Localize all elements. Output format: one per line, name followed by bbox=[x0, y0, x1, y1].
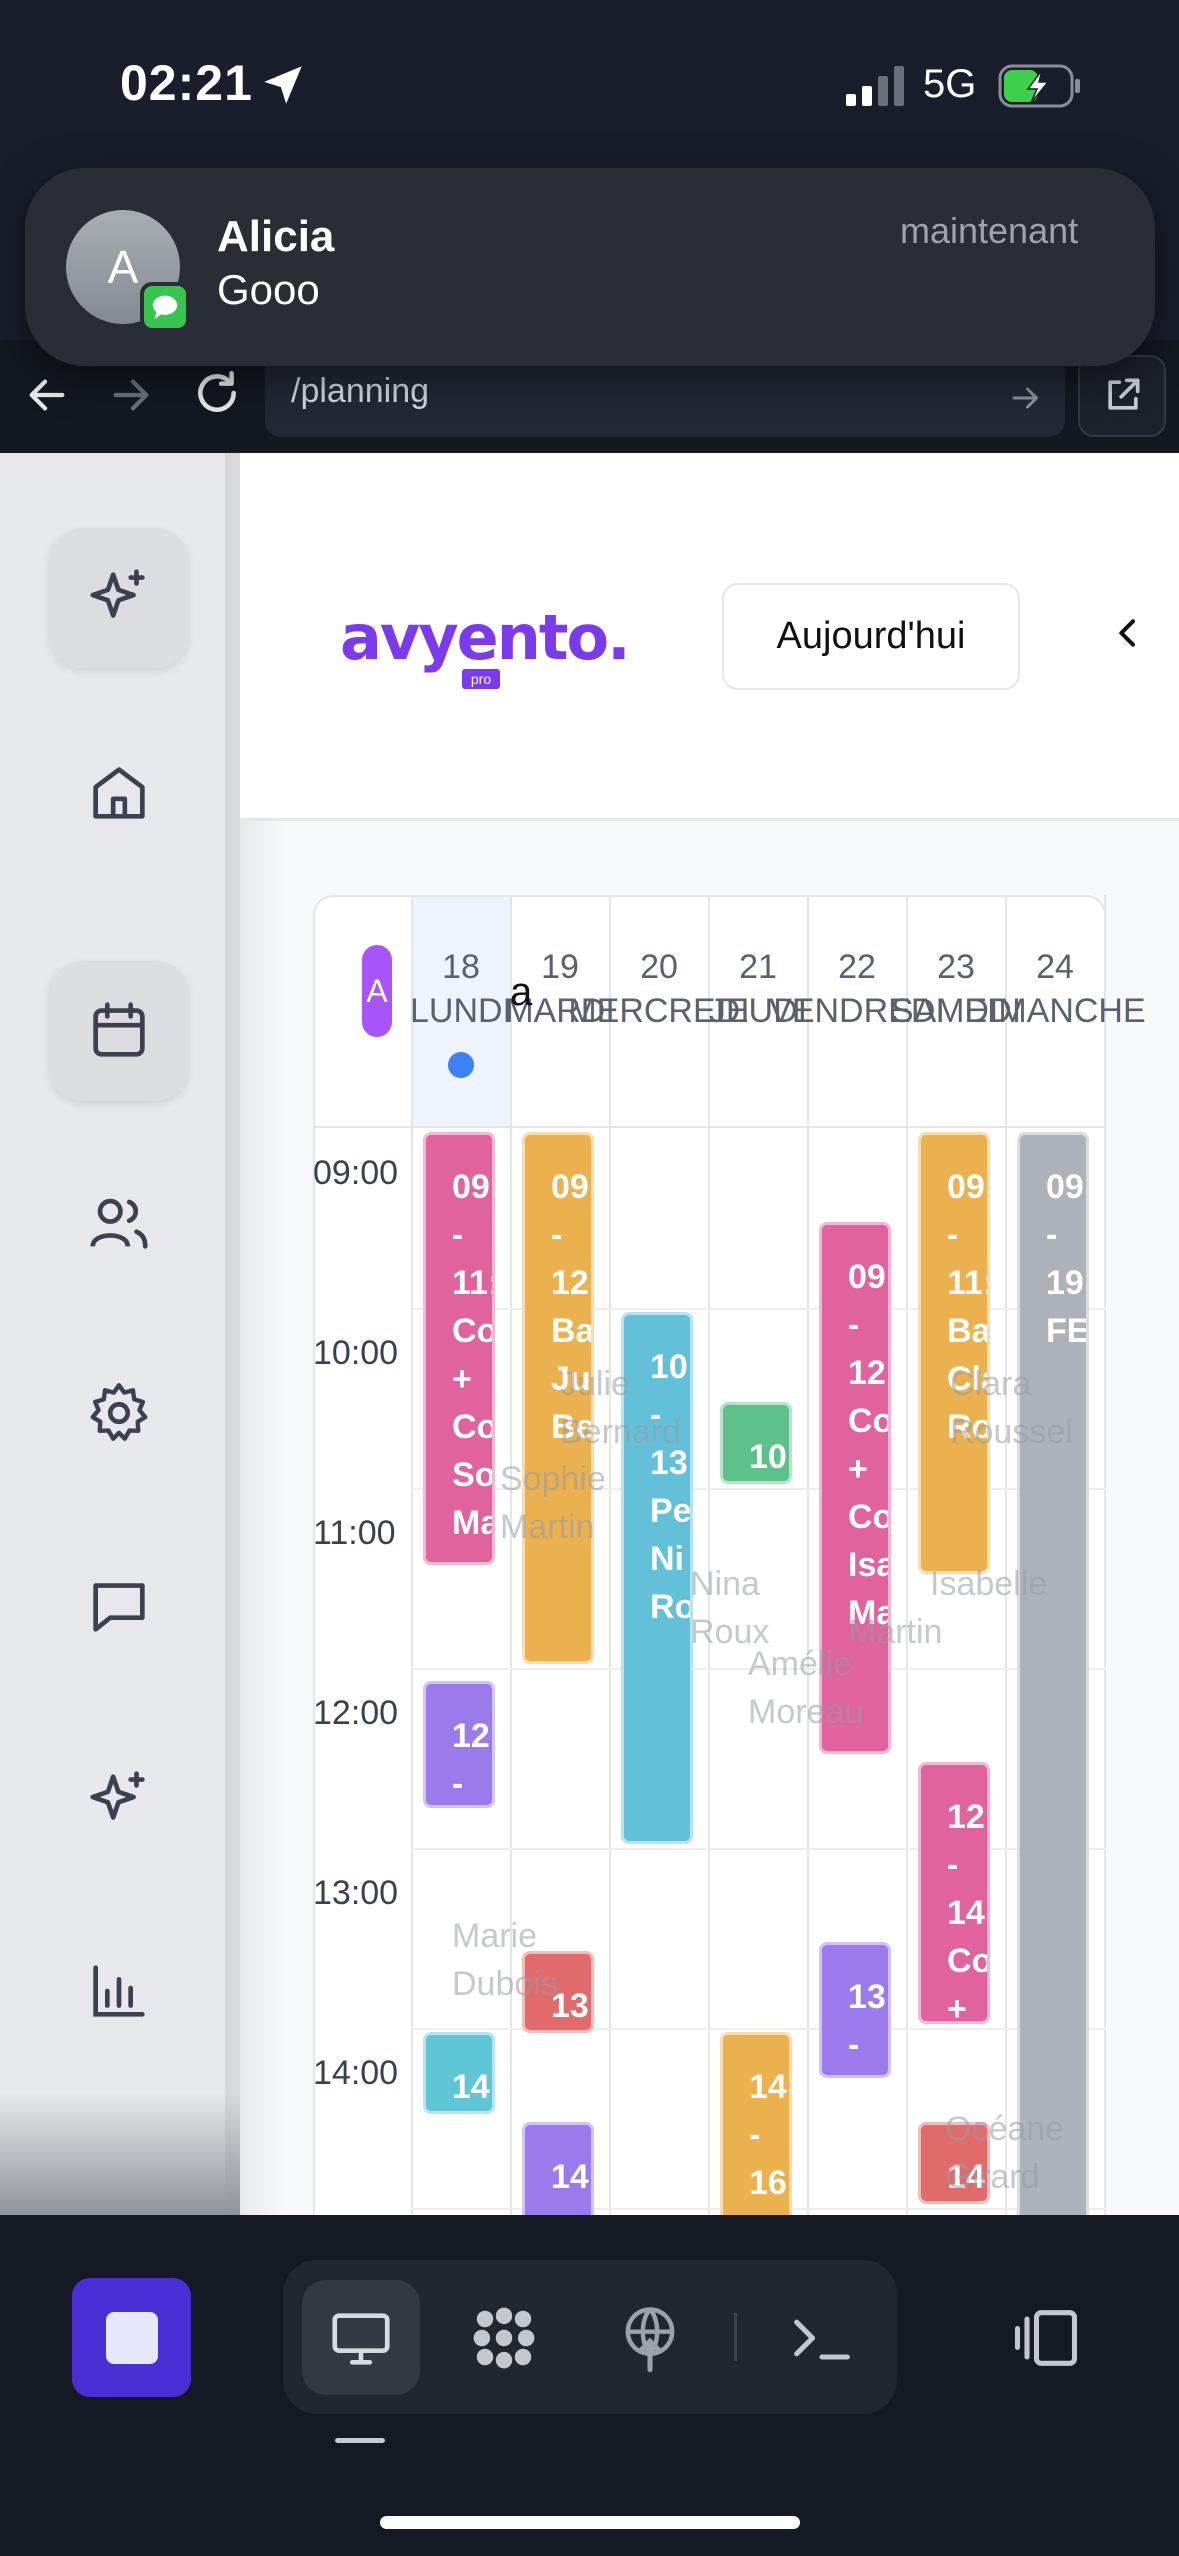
overlay-glyph: a bbox=[510, 970, 533, 1014]
column-divider bbox=[807, 895, 809, 2215]
overflow-client-name: Amélie bbox=[748, 1645, 852, 1683]
column-divider bbox=[510, 895, 512, 2215]
apps-icon[interactable] bbox=[466, 2300, 542, 2376]
hour-label: 09:00 bbox=[313, 1154, 399, 1192]
appointment-block[interactable]: 14 bbox=[423, 2032, 495, 2114]
today-dot bbox=[448, 1052, 474, 1078]
day-number[interactable]: 19 bbox=[541, 948, 579, 987]
day-name: LUNDI bbox=[409, 992, 513, 1030]
go-icon[interactable] bbox=[1008, 380, 1044, 416]
appointment-block[interactable]: 10 bbox=[720, 1402, 792, 1484]
column-divider bbox=[609, 895, 611, 2215]
appointment-block[interactable]: 09-11:BaClaRo bbox=[918, 1132, 990, 1574]
day-number[interactable]: 23 bbox=[937, 948, 975, 987]
reload-icon[interactable] bbox=[192, 368, 242, 418]
appointment-block[interactable]: 14 bbox=[522, 2122, 594, 2215]
overflow-client-name: Roussel bbox=[950, 1413, 1073, 1451]
stop-button[interactable] bbox=[72, 2278, 191, 2397]
overflow-client-name: Océane bbox=[945, 2110, 1065, 2148]
external-link-icon bbox=[1108, 378, 1140, 410]
panel-icon[interactable] bbox=[1008, 2300, 1084, 2376]
appointment-block[interactable]: 14-16 bbox=[720, 2032, 792, 2215]
app-viewport: avyento. pro A 18 LUNDI 19 MARDI 20 MERCREDI 21… bbox=[0, 453, 1179, 2215]
appointment-block[interactable]: 12- bbox=[423, 1681, 495, 1808]
column-divider bbox=[708, 895, 710, 2215]
hour-label: 14:00 bbox=[313, 2054, 399, 2092]
notification-time: maintenant bbox=[900, 210, 1079, 251]
forward-icon[interactable] bbox=[108, 372, 154, 418]
overflow-client-name: Martin bbox=[500, 1508, 595, 1546]
day-number[interactable]: 21 bbox=[739, 948, 777, 987]
back-icon[interactable] bbox=[24, 372, 70, 418]
overflow-client-name: Dubois bbox=[452, 1965, 558, 2003]
location-arrow-icon bbox=[264, 66, 302, 104]
home-indicator[interactable] bbox=[380, 2516, 800, 2529]
url-text: /planning bbox=[291, 372, 430, 410]
day-number[interactable]: 18 bbox=[442, 948, 480, 987]
overflow-client-name: Julie bbox=[560, 1365, 630, 1403]
overflow-client-name: Isabelle bbox=[930, 1565, 1048, 1603]
signal-icon bbox=[846, 66, 904, 106]
overflow-client-name: Marie bbox=[452, 1917, 538, 1955]
hour-label: 11:00 bbox=[313, 1514, 396, 1552]
overflow-client-name: Martin bbox=[848, 1613, 943, 1651]
overflow-client-name: Clara bbox=[950, 1365, 1032, 1403]
appointment-block[interactable]: 09-11: Co + Co So Ma bbox=[423, 1132, 495, 1565]
day-number[interactable]: 20 bbox=[640, 948, 678, 987]
network-icon[interactable] bbox=[612, 2300, 688, 2376]
appointment-block[interactable]: 10-13 Pe Ni Ro bbox=[621, 1312, 693, 1844]
battery-charging-icon bbox=[998, 64, 1080, 108]
network-type: 5G bbox=[923, 62, 977, 106]
appointment-block[interactable]: 12-14 Co + bbox=[918, 1762, 990, 2024]
notification-banner[interactable] bbox=[25, 168, 1155, 366]
overflow-client-name: Girard bbox=[945, 2158, 1040, 2196]
hour-line bbox=[411, 1848, 1106, 1850]
stop-icon bbox=[105, 2311, 158, 2364]
column-divider bbox=[1104, 895, 1106, 2215]
hour-line bbox=[411, 1308, 1106, 1310]
overflow-client-name: Moreau bbox=[748, 1693, 864, 1731]
column-divider bbox=[906, 895, 908, 2215]
hour-line bbox=[411, 2028, 1106, 2030]
notification-message: Gooo bbox=[217, 266, 320, 313]
day-number[interactable]: 22 bbox=[838, 948, 876, 987]
staff-avatar[interactable]: A bbox=[362, 945, 392, 1037]
overflow-client-name: Sophie bbox=[500, 1460, 606, 1498]
notification-sender: Alicia bbox=[217, 212, 335, 261]
appointment-block[interactable]: 13- bbox=[819, 1942, 891, 2078]
day-name: DIMANCHE bbox=[964, 992, 1146, 1030]
messages-app-icon bbox=[140, 282, 190, 332]
column-divider bbox=[411, 895, 413, 2215]
appointment-block[interactable]: 09-19:FE bbox=[1017, 1132, 1089, 2215]
desktop-icon[interactable] bbox=[326, 2304, 396, 2374]
hour-label: 13:00 bbox=[313, 1874, 399, 1912]
hour-label: 10:00 bbox=[313, 1334, 399, 1372]
terminal-icon[interactable] bbox=[784, 2300, 860, 2376]
today-button[interactable]: Aujourd'hui bbox=[722, 583, 1020, 690]
column-divider bbox=[1005, 895, 1007, 2215]
overflow-client-name: Nina bbox=[690, 1565, 760, 1603]
day-number[interactable]: 24 bbox=[1036, 948, 1074, 987]
status-time: 02:21 bbox=[120, 55, 253, 111]
overflow-client-name: Bernard bbox=[560, 1413, 681, 1451]
hour-label: 12:00 bbox=[313, 1694, 399, 1732]
